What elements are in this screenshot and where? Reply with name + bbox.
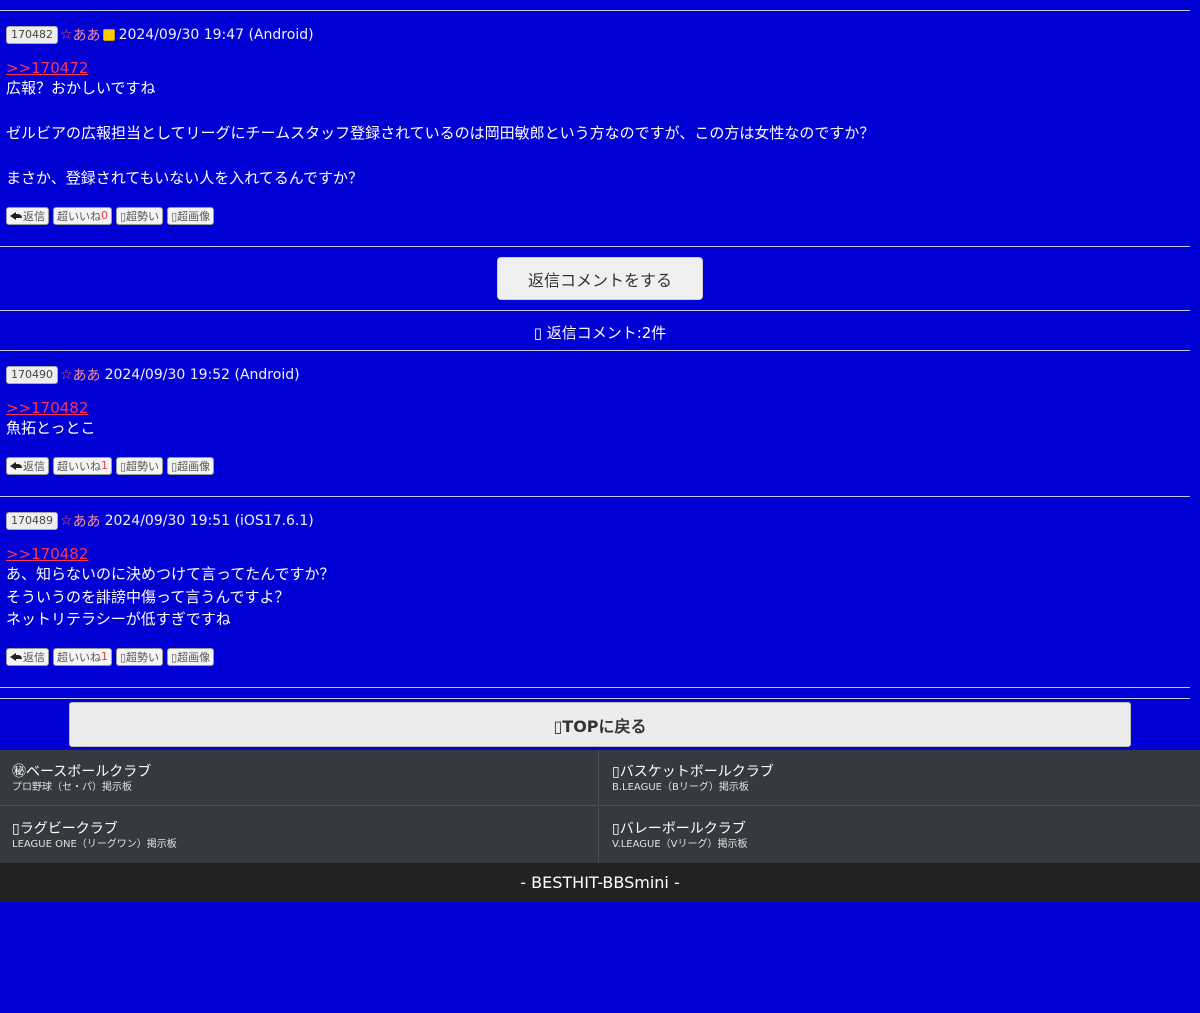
post-170489: 170489 ☆ ああ 2024/09/30 19:51 (iOS17.6.1)… — [6, 511, 1186, 666]
post-header: 170482 ☆ ああ 2024/09/30 19:47 (Android) — [6, 25, 1186, 45]
club-link-volleyball[interactable]: ▯バレーボールクラブ V.LEAGUE（Vリーグ）掲示板 — [600, 807, 1199, 863]
image-button[interactable]: ▯超画像 — [167, 206, 215, 225]
divider — [0, 687, 1190, 688]
post-body: あ、知らないのに決めつけて言ってたんですか？ そういうのを誹謗中傷って言うんです… — [6, 563, 1186, 631]
club-link-basketball[interactable]: ▯バスケットボールクラブ B.LEAGUE（Bリーグ）掲示板 — [600, 750, 1199, 806]
post-id[interactable]: 170490 — [6, 366, 58, 384]
hot-button[interactable]: ▯超勢い — [116, 456, 164, 475]
reply-button[interactable]: 返信 — [6, 456, 49, 475]
reply-button[interactable]: 返信 — [6, 647, 49, 666]
divider — [0, 246, 1190, 247]
reply-icon — [10, 211, 22, 221]
divider — [0, 10, 1190, 11]
hot-button[interactable]: ▯超勢い — [116, 647, 164, 666]
post-actions: 返信 超いいね 1 ▯超勢い ▯超画像 — [6, 647, 1186, 666]
club-link-baseball[interactable]: ㊙ベースボールクラブ プロ野球（セ・パ）掲示板 — [0, 750, 599, 806]
badge-icon — [102, 29, 115, 41]
star-icon: ☆ — [60, 367, 73, 383]
like-count: 1 — [101, 650, 108, 663]
club-subtitle: LEAGUE ONE（リーグワン）掲示板 — [12, 839, 177, 850]
club-name: ㊙ベースボールクラブ — [12, 764, 152, 780]
reply-anchor-link[interactable]: >>170482 — [6, 399, 1186, 417]
reply-anchor-link[interactable]: >>170472 — [6, 59, 1186, 77]
post-id[interactable]: 170489 — [6, 512, 58, 530]
reply-comment-button[interactable]: 返信コメントをする — [497, 257, 703, 300]
club-name: ▯バスケットボールクラブ — [612, 764, 774, 780]
reply-icon — [10, 461, 22, 471]
club-links: ㊙ベースボールクラブ プロ野球（セ・パ）掲示板 ▯バスケットボールクラブ B.L… — [0, 750, 1200, 863]
post-id[interactable]: 170482 — [6, 26, 58, 44]
star-icon: ☆ — [60, 27, 73, 43]
post-header: 170490 ☆ ああ 2024/09/30 19:52 (Android) — [6, 365, 1186, 385]
club-subtitle: プロ野球（セ・パ）掲示板 — [12, 782, 132, 793]
back-to-top-button[interactable]: ▯TOPに戻る — [69, 702, 1131, 747]
reply-anchor-link[interactable]: >>170482 — [6, 545, 1186, 563]
post-actions: 返信 超いいね 1 ▯超勢い ▯超画像 — [6, 456, 1186, 475]
site-footer: - BESTHIT-BBSmini - — [0, 863, 1200, 902]
divider — [0, 310, 1190, 311]
like-button[interactable]: 超いいね 1 — [53, 647, 112, 666]
club-subtitle: B.LEAGUE（Bリーグ）掲示板 — [612, 782, 749, 793]
like-count: 0 — [101, 209, 108, 222]
reply-count-heading: ▯ 返信コメント:2件 — [533, 324, 667, 342]
post-text-line — [6, 145, 1186, 168]
club-name: ▯ラグビークラブ — [12, 821, 118, 837]
post-actions: 返信 超いいね 0 ▯超勢い ▯超画像 — [6, 206, 1186, 225]
divider — [0, 496, 1190, 497]
author-name: ああ — [72, 28, 101, 44]
divider — [0, 350, 1190, 351]
post-170490: 170490 ☆ ああ 2024/09/30 19:52 (Android) >… — [6, 365, 1186, 475]
author-name: ああ — [72, 514, 101, 530]
author-name: ああ — [72, 368, 101, 384]
post-datetime: 2024/09/30 19:47 (Android) — [118, 27, 314, 43]
like-button[interactable]: 超いいね 0 — [53, 206, 112, 225]
post-text-line: 魚拓とっとこ — [6, 419, 96, 437]
post-text-line: あ、知らないのに決めつけて言ってたんですか？ — [6, 565, 335, 583]
like-count: 1 — [101, 459, 108, 472]
divider — [0, 698, 1190, 699]
reply-icon — [10, 652, 22, 662]
image-button[interactable]: ▯超画像 — [167, 456, 215, 475]
post-text-line: ゼルビアの広報担当としてリーグにチームスタッフ登録されているのは岡田敏郎という方… — [6, 124, 875, 142]
post-header: 170489 ☆ ああ 2024/09/30 19:51 (iOS17.6.1) — [6, 511, 1186, 531]
star-icon: ☆ — [60, 513, 73, 529]
post-body: 魚拓とっとこ — [6, 417, 1186, 440]
post-text-line — [6, 100, 1186, 123]
reply-button[interactable]: 返信 — [6, 206, 49, 225]
post-body: 広報？おかしいですね ゼルビアの広報担当としてリーグにチームスタッフ登録されてい… — [6, 77, 1186, 190]
post-text-line: 広報？おかしいですね — [6, 79, 156, 97]
club-link-rugby[interactable]: ▯ラグビークラブ LEAGUE ONE（リーグワン）掲示板 — [0, 807, 599, 863]
hot-button[interactable]: ▯超勢い — [116, 206, 164, 225]
image-button[interactable]: ▯超画像 — [167, 647, 215, 666]
club-name: ▯バレーボールクラブ — [612, 821, 746, 837]
post-text-line: まさか、登録されてもいない人を入れてるんですか？ — [6, 169, 364, 187]
post-text-line: そういうのを誹謗中傷って言うんですよ？ — [6, 587, 290, 606]
post-170482: 170482 ☆ ああ 2024/09/30 19:47 (Android) >… — [6, 25, 1186, 225]
like-button[interactable]: 超いいね 1 — [53, 456, 112, 475]
post-text-line: ネットリテラシーが低すぎですね — [6, 610, 231, 628]
club-subtitle: V.LEAGUE（Vリーグ）掲示板 — [612, 839, 748, 850]
post-datetime: 2024/09/30 19:52 (Android) — [104, 367, 300, 383]
post-datetime: 2024/09/30 19:51 (iOS17.6.1) — [104, 513, 314, 529]
